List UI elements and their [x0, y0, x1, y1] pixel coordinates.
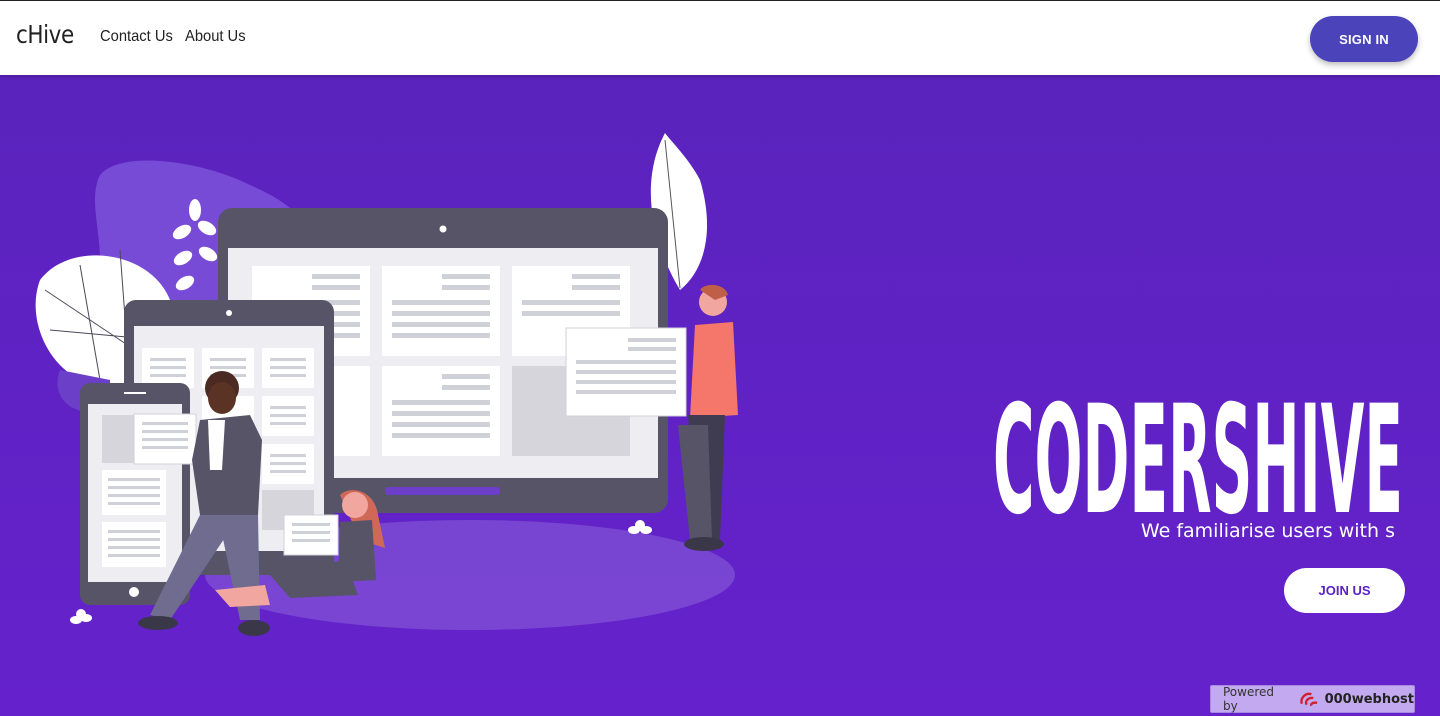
- hero-title-text: CODERSHIVE: [993, 374, 1403, 520]
- 000webhost-label: 000webhost: [1324, 691, 1414, 707]
- powered-by-label: Powered by: [1223, 685, 1275, 713]
- nav-link-about-us[interactable]: About Us: [185, 28, 246, 46]
- navbar: cHive Contact Us About Us SIGN IN: [0, 0, 1440, 75]
- 000webhost-logo-icon: [1299, 692, 1318, 707]
- devices-people-illustration: [35, 133, 738, 636]
- hero-title: CODERSHIVE: [993, 374, 1403, 520]
- hero-tagline: We familiarise users with s: [1140, 520, 1395, 542]
- hero-section: CODERSHIVE We familiarise users with s J…: [0, 75, 1440, 716]
- brand-logo[interactable]: cHive: [16, 20, 74, 49]
- powered-by-badge[interactable]: Powered by 000webhost: [1210, 685, 1415, 713]
- nav-link-contact-us[interactable]: Contact Us: [100, 28, 173, 46]
- join-us-button[interactable]: JOIN US: [1284, 568, 1405, 613]
- sign-in-button[interactable]: SIGN IN: [1310, 16, 1418, 62]
